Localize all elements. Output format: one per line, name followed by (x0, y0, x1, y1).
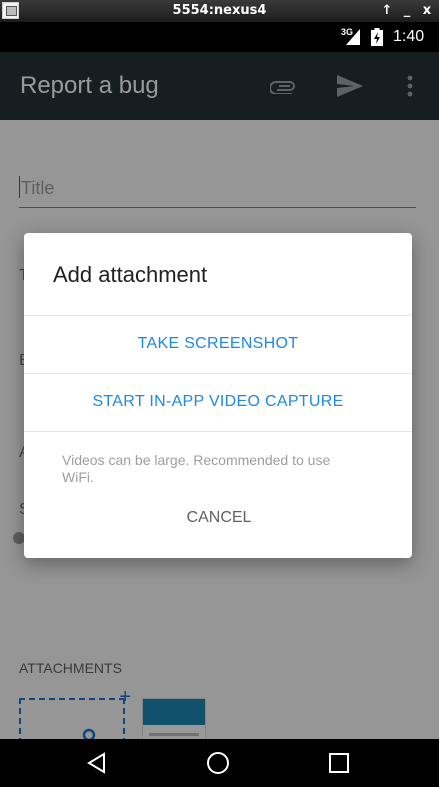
window-titlebar: 5554:nexus4 ↑ _ x (0, 0, 439, 22)
back-button[interactable] (77, 747, 117, 779)
signal-icon (346, 29, 360, 45)
battery-icon (371, 28, 383, 46)
video-capture-option[interactable]: START IN-APP VIDEO CAPTURE (24, 373, 412, 430)
navigation-bar (0, 739, 439, 787)
back-icon (87, 752, 105, 774)
add-attachment-dialog: Add attachment TAKE SCREENSHOT START IN-… (24, 233, 412, 558)
status-clock: 1:40 (393, 28, 425, 45)
dialog-note: Videos can be large. Recommended to use … (62, 452, 331, 485)
recents-icon (329, 753, 349, 773)
window-minimize-button[interactable]: _ (398, 2, 416, 20)
cancel-button[interactable]: CANCEL (169, 504, 269, 532)
dialog-divider (24, 431, 412, 432)
window-close-button[interactable]: x (418, 2, 436, 20)
dialog-title: Add attachment (53, 262, 208, 287)
take-screenshot-option[interactable]: TAKE SCREENSHOT (24, 315, 412, 372)
window-raise-button[interactable]: ↑ (378, 2, 396, 20)
status-bar: 3G 1:40 (0, 22, 439, 52)
window-title: 5554:nexus4 (172, 3, 267, 18)
home-icon (207, 752, 229, 774)
home-button[interactable] (198, 747, 238, 779)
recents-button[interactable] (319, 747, 359, 779)
